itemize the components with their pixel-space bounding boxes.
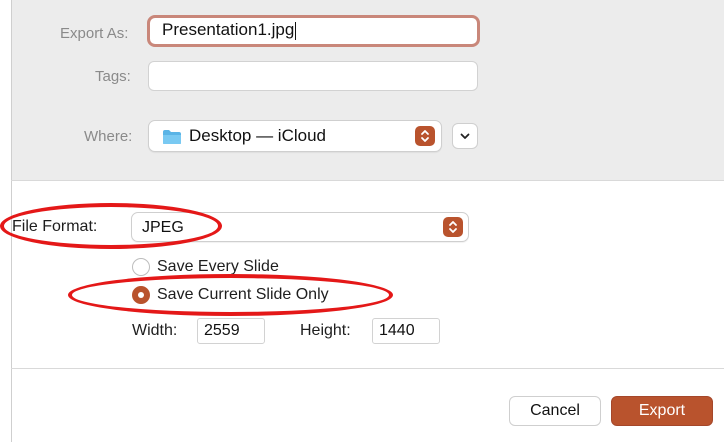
cancel-button[interactable]: Cancel	[509, 396, 601, 426]
where-label: Where:	[84, 128, 133, 145]
height-label: Height:	[300, 322, 351, 339]
save-current-slide-label[interactable]: Save Current Slide Only	[157, 286, 329, 304]
export-as-label: Export As:	[60, 25, 129, 42]
format-options-section	[11, 181, 724, 368]
save-every-slide-label[interactable]: Save Every Slide	[157, 258, 279, 276]
height-input[interactable]: 1440	[372, 318, 440, 344]
width-input[interactable]: 2559	[197, 318, 265, 344]
export-as-value: Presentation1.jpg	[162, 20, 295, 39]
expand-browser-button[interactable]	[452, 123, 478, 149]
export-button[interactable]: Export	[611, 396, 713, 426]
export-as-field[interactable]: Presentation1.jpg	[147, 15, 480, 47]
width-label: Width:	[132, 322, 178, 339]
export-dialog: Export As: Presentation1.jpg Tags: Where…	[0, 0, 724, 442]
where-popup[interactable]: Desktop — iCloud	[148, 120, 442, 152]
where-stepper-icon	[415, 126, 435, 146]
text-cursor	[295, 21, 297, 40]
where-value: Desktop — iCloud	[189, 126, 327, 145]
file-format-stepper-icon	[443, 217, 463, 237]
tags-field[interactable]	[148, 61, 478, 91]
save-every-slide-radio[interactable]	[132, 258, 150, 276]
tags-label: Tags:	[95, 68, 131, 85]
folder-icon	[163, 130, 181, 144]
save-current-slide-radio[interactable]	[132, 286, 150, 304]
file-format-label: File Format:	[12, 218, 98, 235]
file-format-value: JPEG	[142, 219, 184, 236]
chevron-down-icon	[460, 133, 470, 139]
file-format-popup[interactable]: JPEG	[131, 212, 469, 242]
